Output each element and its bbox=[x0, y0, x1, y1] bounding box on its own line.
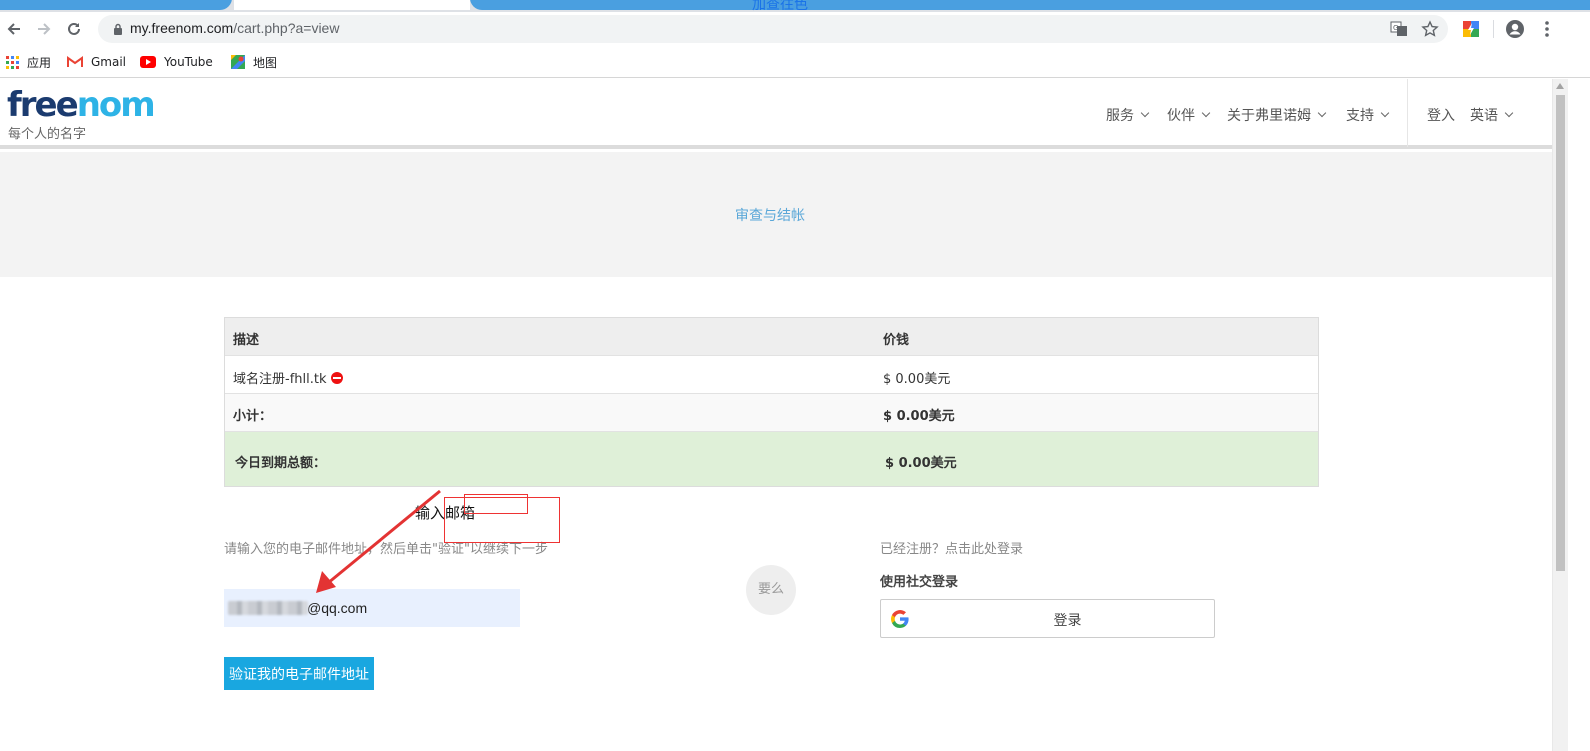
browser-tab[interactable] bbox=[0, 0, 232, 10]
logo-tagline: 每个人的名字 bbox=[8, 127, 87, 142]
logo-part-dark: free bbox=[7, 85, 79, 125]
nav-label: 服务 bbox=[1106, 108, 1134, 124]
google-login-button[interactable]: 登录 bbox=[880, 599, 1215, 638]
nav-label: 登入 bbox=[1427, 108, 1455, 124]
profile-button[interactable] bbox=[1504, 18, 1526, 40]
nav-services[interactable]: 服务 bbox=[1106, 105, 1150, 125]
youtube-icon bbox=[140, 56, 156, 68]
or-divider: 要么 bbox=[746, 565, 796, 615]
maps-icon bbox=[231, 55, 245, 69]
nav-login[interactable]: 登入 bbox=[1427, 105, 1455, 125]
translate-icon[interactable]: G bbox=[1390, 20, 1408, 38]
bookmark-label: Gmail bbox=[91, 55, 127, 69]
browser-tab-active[interactable] bbox=[234, 0, 470, 10]
bookmarks-bar: 应用 Gmail YouTube 地图 bbox=[0, 46, 1590, 78]
nav-label: 支持 bbox=[1346, 108, 1374, 124]
tab-title: 加查往色 bbox=[752, 0, 808, 12]
web-page: freenom 每个人的名字 服务 伙伴 关于弗里诺姆 支持 登入 英语 审查与… bbox=[0, 79, 1552, 751]
menu-button[interactable] bbox=[1536, 18, 1558, 40]
url-text: my.freenom.com/cart.php?a=view bbox=[130, 20, 339, 36]
logo-part-light: nom bbox=[76, 85, 156, 125]
chevron-down-icon bbox=[1380, 108, 1390, 118]
arrow-right-icon bbox=[38, 23, 51, 35]
bookmark-apps[interactable]: 应用 bbox=[6, 53, 51, 71]
google-login-label: 登录 bbox=[1053, 613, 1082, 629]
site-header: freenom 每个人的名字 服务 伙伴 关于弗里诺姆 支持 登入 英语 bbox=[0, 79, 1552, 149]
lock-icon bbox=[114, 23, 122, 35]
total-due-row: 今日到期总额： $ 0.00美元 bbox=[225, 432, 1318, 486]
annotation-box bbox=[464, 494, 528, 514]
bookmark-maps[interactable]: 地图 bbox=[231, 53, 277, 71]
more-vert-icon bbox=[1545, 21, 1549, 37]
item-price: $ 0.00美元 bbox=[883, 372, 951, 387]
scroll-up-arrow-icon[interactable] bbox=[1556, 83, 1564, 89]
svg-text:G: G bbox=[1393, 24, 1398, 32]
forward-button[interactable] bbox=[32, 17, 56, 41]
bookmark-label: YouTube bbox=[164, 55, 213, 69]
apps-grid-icon bbox=[6, 55, 19, 69]
column-header-price: 价钱 bbox=[883, 333, 910, 348]
toolbar-divider bbox=[1493, 20, 1494, 38]
email-redaction bbox=[228, 601, 308, 615]
nav-about[interactable]: 关于弗里诺姆 bbox=[1227, 105, 1327, 125]
page-scrollbar[interactable] bbox=[1552, 79, 1568, 751]
item-description-text: 域名注册-fhll.tk bbox=[233, 372, 327, 387]
cart-table: 描述 价钱 域名注册-fhll.tk $ 0.00美元 小计： $ 0.00美元… bbox=[224, 317, 1319, 487]
account-circle-icon bbox=[1506, 20, 1524, 38]
table-header-row: 描述 价钱 bbox=[225, 318, 1318, 356]
freenom-logo[interactable]: freenom bbox=[7, 85, 156, 125]
window-edge bbox=[1568, 79, 1590, 751]
browser-toolbar: my.freenom.com/cart.php?a=view G bbox=[0, 12, 1590, 46]
total-label: 今日到期总额： bbox=[235, 456, 327, 471]
browser-tab[interactable] bbox=[470, 0, 1590, 10]
login-link[interactable]: 已经注册？点击此处登录 bbox=[880, 538, 1023, 557]
total-price: $ 0.00美元 bbox=[885, 456, 957, 471]
address-bar[interactable]: my.freenom.com/cart.php?a=view G bbox=[98, 15, 1448, 43]
nav-divider bbox=[1407, 79, 1408, 147]
table-row: 域名注册-fhll.tk $ 0.00美元 bbox=[225, 356, 1318, 394]
nav-label: 伙伴 bbox=[1167, 108, 1195, 124]
gmail-icon bbox=[67, 56, 83, 67]
url-path: /cart.php?a=view bbox=[233, 20, 340, 36]
scrollbar-thumb[interactable] bbox=[1556, 95, 1565, 571]
bookmark-gmail[interactable]: Gmail bbox=[67, 53, 126, 71]
remove-icon[interactable] bbox=[330, 371, 343, 384]
bookmark-youtube[interactable]: YouTube bbox=[140, 53, 213, 71]
page-title: 审查与结帐 bbox=[735, 208, 805, 224]
nav-support[interactable]: 支持 bbox=[1346, 105, 1390, 125]
column-header-description: 描述 bbox=[233, 333, 260, 348]
chevron-down-icon bbox=[1201, 108, 1211, 118]
chevron-down-icon bbox=[1504, 108, 1514, 118]
back-button[interactable] bbox=[2, 17, 26, 41]
nav-partners[interactable]: 伙伴 bbox=[1167, 105, 1211, 125]
verify-email-button[interactable]: 验证我的电子邮件地址 bbox=[224, 657, 374, 690]
arrow-left-icon bbox=[7, 23, 20, 35]
nav-language[interactable]: 英语 bbox=[1470, 105, 1514, 125]
url-host: my.freenom.com bbox=[130, 20, 234, 36]
reload-icon bbox=[68, 22, 80, 35]
nav-label: 英语 bbox=[1470, 108, 1498, 124]
bookmark-label: 地图 bbox=[253, 55, 278, 70]
chevron-down-icon bbox=[1140, 108, 1150, 118]
bookmark-label: 应用 bbox=[27, 55, 52, 70]
chevron-down-icon bbox=[1317, 108, 1327, 118]
page-banner: 审查与结帐 bbox=[0, 152, 1552, 277]
subtotal-label: 小计： bbox=[233, 409, 273, 424]
extension-icon bbox=[1463, 21, 1479, 37]
subtotal-row: 小计： $ 0.00美元 bbox=[225, 394, 1318, 432]
nav-label: 关于弗里诺姆 bbox=[1227, 108, 1311, 124]
reload-button[interactable] bbox=[62, 17, 86, 41]
social-login-title: 使用社交登录 bbox=[880, 575, 959, 590]
star-icon[interactable] bbox=[1421, 20, 1439, 38]
extension-button[interactable] bbox=[1460, 18, 1482, 40]
tab-strip: 加查往色 bbox=[0, 0, 1590, 12]
item-description: 域名注册-fhll.tk bbox=[233, 368, 343, 387]
subtotal-price: $ 0.00美元 bbox=[883, 409, 955, 424]
